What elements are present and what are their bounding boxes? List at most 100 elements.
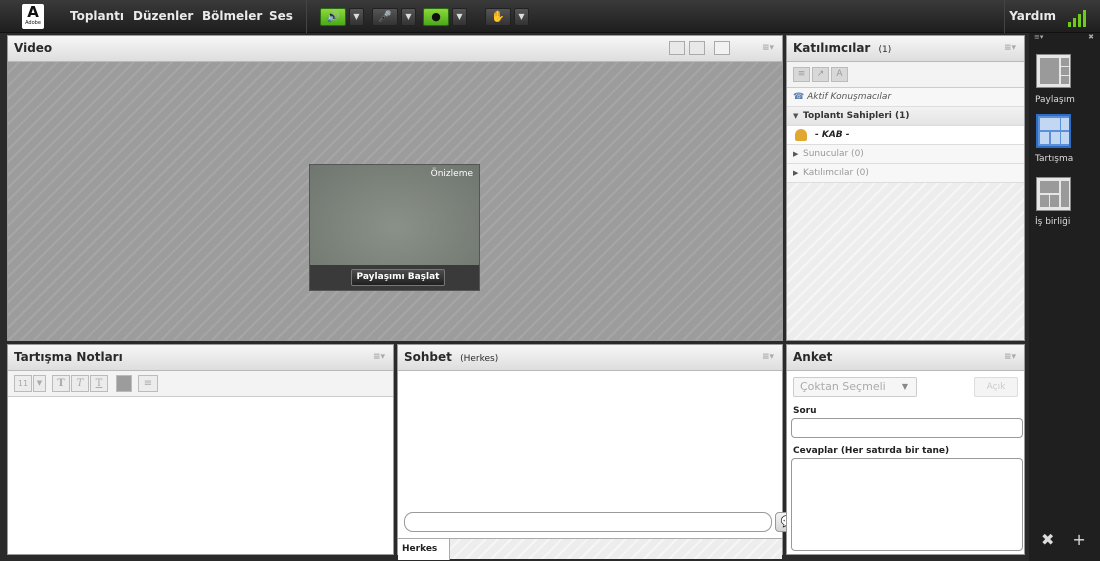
participants-title: Katılımcılar — [793, 41, 871, 55]
menu-duzenler[interactable]: Düzenler — [133, 0, 193, 33]
speaker-icon: 🔊 — [326, 10, 340, 23]
expand-icon: ▶ — [793, 150, 799, 158]
question-input[interactable] — [791, 418, 1023, 438]
participant-row[interactable]: - KAB - — [787, 126, 1024, 145]
chevron-down-icon: ▼ — [901, 382, 908, 391]
separator — [306, 0, 307, 33]
webcam-button[interactable]: ● — [423, 8, 449, 26]
answers-input[interactable] — [791, 458, 1023, 551]
webcam-dropdown[interactable]: ▼ — [452, 8, 467, 26]
top-menu-bar: A Adobe Toplantı Düzenler Bölmeler Ses 🔊… — [0, 0, 1100, 33]
tab-herkes[interactable]: Herkes — [398, 539, 450, 560]
microphone-dropdown[interactable]: ▼ — [401, 8, 416, 26]
poll-title: Anket — [793, 350, 833, 364]
notes-title: Tartışma Notları — [14, 350, 123, 364]
color-picker-icon[interactable] — [116, 375, 132, 392]
add-icon[interactable]: + — [1072, 530, 1085, 549]
pod-options-icon[interactable]: ≡▾ — [373, 345, 385, 370]
participant-name: - KAB - — [815, 130, 850, 140]
layout-is-birligi[interactable] — [1036, 177, 1071, 211]
underline-icon[interactable]: T — [90, 375, 108, 392]
camera-preview: Önizleme Paylaşımı Başlat — [309, 164, 480, 291]
active-speakers-row[interactable]: ☎ Aktif Konuşmacılar — [787, 88, 1024, 107]
participants-toolbar: ≡ ↗ A — [787, 62, 1024, 88]
layout-paylasim[interactable] — [1036, 54, 1071, 88]
collapse-icon: ▼ — [793, 112, 799, 120]
rail-options-icon[interactable]: ≡▾ ✖ — [1034, 33, 1094, 41]
presenters-label: Sunucular (0) — [803, 149, 864, 159]
participants-pod-header: Katılımcılar (1) ≡▾ — [787, 36, 1024, 62]
microphone-button[interactable]: 🎤 — [372, 8, 398, 26]
font-size-select[interactable]: 11 — [14, 375, 32, 392]
expand-icon[interactable]: ↗ — [812, 67, 829, 82]
video-pod-header: Video ≡▾ — [8, 36, 782, 62]
poll-pod-header: Anket ≡▾ — [787, 345, 1024, 371]
chat-title: Sohbet — [404, 350, 452, 364]
notes-pod-header: Tartışma Notları ≡▾ — [8, 345, 393, 371]
poll-type-select[interactable]: Çoktan Seçmeli ▼ — [793, 377, 917, 397]
notes-pod: Tartışma Notları ≡▾ 11 ▼ T T T ≡ — [7, 344, 394, 555]
notes-text-area[interactable] — [8, 398, 393, 554]
video-area: Önizleme Paylaşımı Başlat — [8, 62, 782, 340]
separator — [1004, 0, 1005, 33]
pod-options-icon[interactable]: ≡▾ — [1004, 36, 1016, 61]
pod-options-icon[interactable]: ≡▾ — [1004, 345, 1016, 370]
poll-type-value: Çoktan Seçmeli — [800, 380, 886, 393]
bold-icon[interactable]: T — [52, 375, 70, 392]
attendees-label: Katılımcılar (0) — [803, 168, 869, 178]
open-poll-button[interactable]: Açık — [974, 377, 1018, 397]
video-pod-title: Video — [14, 41, 53, 55]
filmstrip-view-icon[interactable] — [689, 41, 705, 55]
pod-options-icon[interactable]: ≡▾ — [762, 36, 774, 61]
raise-hand-icon: ✋ — [491, 10, 505, 23]
question-label: Soru — [793, 406, 817, 416]
hosts-group[interactable]: ▼ Toplantı Sahipleri (1) — [787, 107, 1024, 126]
speaker-dropdown[interactable]: ▼ — [349, 8, 364, 26]
raise-hand-dropdown[interactable]: ▼ — [514, 8, 529, 26]
list-view-icon[interactable]: ≡ — [793, 67, 810, 82]
poll-body: Çoktan Seçmeli ▼ Açık Soru Cevaplar (Her… — [787, 371, 1024, 554]
answers-label: Cevaplar (Her satırda bir tane) — [793, 446, 950, 456]
notes-toolbar: 11 ▼ T T T ≡ — [8, 371, 393, 397]
start-sharing-button[interactable]: Paylaşımı Başlat — [351, 269, 445, 286]
italic-icon[interactable]: T — [71, 375, 89, 392]
microphone-icon: 🎤 — [378, 10, 392, 23]
tools-icon[interactable]: ✖ — [1041, 530, 1054, 549]
fullscreen-icon[interactable] — [714, 41, 730, 55]
chat-input[interactable] — [404, 512, 772, 532]
chevron-down-icon[interactable]: ▼ — [33, 375, 46, 392]
menu-toplanti[interactable]: Toplantı — [70, 0, 124, 33]
close-icon[interactable]: ✖ — [1088, 33, 1094, 41]
webcam-icon: ● — [431, 10, 441, 23]
menu-bolmeler[interactable]: Bölmeler — [202, 0, 262, 33]
layouts-rail: ≡▾ ✖ Paylaşım Tartışma İş birliği ✖ + — [1029, 33, 1100, 561]
grid-view-icon[interactable] — [669, 41, 685, 55]
participants-empty-area — [787, 183, 1024, 340]
raise-hand-button[interactable]: ✋ — [485, 8, 511, 26]
pod-options-icon[interactable]: ≡▾ — [762, 345, 774, 370]
sort-icon[interactable]: A — [831, 67, 848, 82]
participants-pod: Katılımcılar (1) ≡▾ ≡ ↗ A ☎ Aktif Konuşm… — [786, 35, 1025, 341]
layout-tartisma[interactable] — [1036, 114, 1071, 148]
logo-letter: A — [27, 3, 39, 21]
layout-label: Tartışma — [1035, 154, 1074, 164]
participants-count: (1) — [878, 45, 892, 55]
active-speakers-label: Aktif Konuşmacılar — [807, 92, 892, 102]
video-pod: Video ≡▾ Önizleme Paylaşımı Başlat — [7, 35, 783, 341]
preview-label: Önizleme — [430, 169, 473, 179]
attendees-group[interactable]: ▶ Katılımcılar (0) — [787, 164, 1024, 183]
preview-footer: Paylaşımı Başlat — [310, 265, 479, 290]
bullet-list-icon[interactable]: ≡ — [138, 375, 158, 392]
logo-word: Adobe — [25, 20, 41, 26]
adobe-logo: A Adobe — [22, 4, 44, 29]
help-menu[interactable]: Yardım — [1009, 0, 1056, 33]
hosts-label: Toplantı Sahipleri (1) — [803, 111, 910, 121]
poll-pod: Anket ≡▾ Çoktan Seçmeli ▼ Açık Soru Ceva… — [786, 344, 1025, 555]
phone-icon: ☎ — [793, 92, 805, 102]
expand-icon: ▶ — [793, 169, 799, 177]
chat-scope: (Herkes) — [460, 354, 499, 364]
menu-ses[interactable]: Ses — [269, 0, 293, 33]
presenters-group[interactable]: ▶ Sunucular (0) — [787, 145, 1024, 164]
connection-signal-icon — [1068, 7, 1090, 27]
speaker-button[interactable]: 🔊 — [320, 8, 346, 26]
